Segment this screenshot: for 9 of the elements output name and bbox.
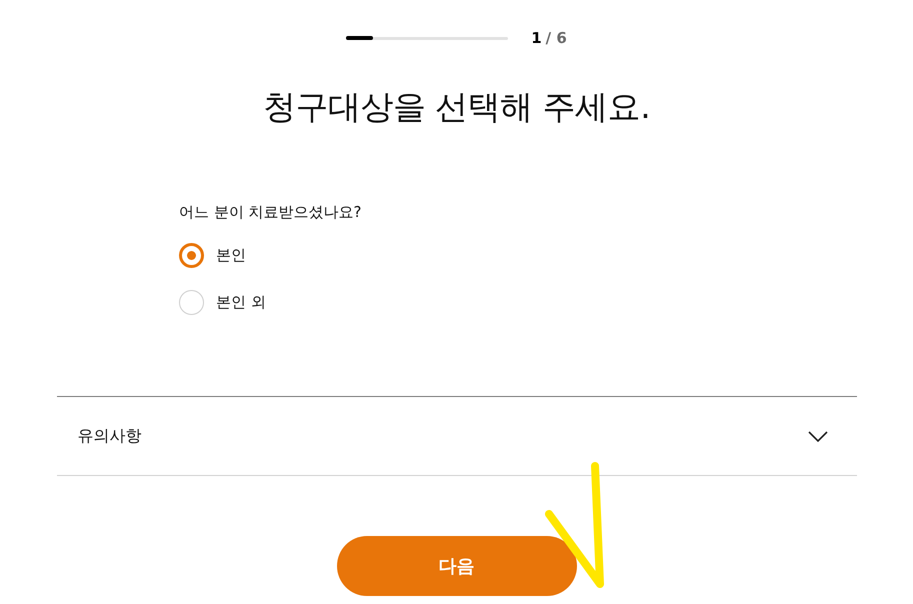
current-step: 1 bbox=[531, 30, 542, 46]
question-text: 어느 분이 치료받으셨나요? bbox=[179, 202, 362, 222]
radio-option[interactable]: 본인 외 bbox=[179, 290, 266, 315]
radio-icon[interactable] bbox=[179, 243, 204, 268]
radio-icon[interactable] bbox=[179, 290, 204, 315]
page-title: 청구대상을 선택해 주세요. bbox=[262, 86, 650, 128]
notice-accordion-header[interactable]: 유의사항 bbox=[56, 396, 856, 476]
total-steps: / 6 bbox=[546, 30, 567, 46]
radio-option[interactable]: 본인 bbox=[179, 243, 246, 268]
